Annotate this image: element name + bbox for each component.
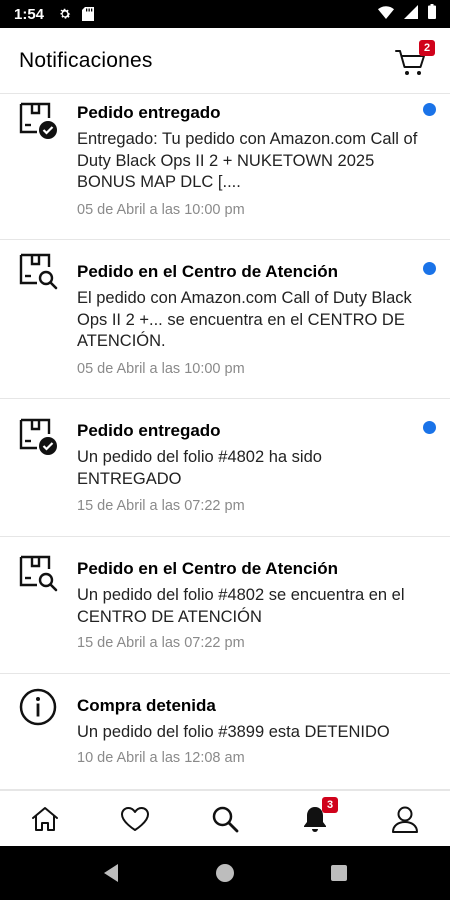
- notification-item[interactable]: Compra detenida Un pedido del folio #389…: [0, 674, 450, 790]
- notification-item[interactable]: Pedido en el Centro de Atención Un pedid…: [0, 537, 450, 674]
- settings-gear-icon: [58, 7, 72, 21]
- notifications-list[interactable]: Pedido entregado Entregado: Tu pedido co…: [0, 94, 450, 790]
- package-search-icon: [19, 253, 58, 290]
- home-icon: [32, 807, 58, 831]
- sd-card-icon: [82, 7, 95, 21]
- app-header: Notificaciones 2: [0, 28, 450, 94]
- wifi-icon: [378, 5, 394, 24]
- recents-icon[interactable]: [330, 864, 348, 882]
- notification-timestamp: 05 de Abril a las 10:00 pm: [77, 202, 245, 218]
- signal-icon: [404, 4, 418, 24]
- cart-count-badge: 2: [419, 39, 435, 56]
- notification-body: Entregado: Tu pedido con Amazon.com Call…: [77, 130, 418, 191]
- package-search-icon: [19, 555, 58, 592]
- status-bar: 1:54: [0, 0, 450, 28]
- notification-timestamp: 10 de Abril a las 12:08 am: [77, 750, 245, 766]
- notification-item[interactable]: Pedido en el Centro de Atención El pedid…: [0, 240, 450, 399]
- cart-button[interactable]: 2: [395, 39, 435, 78]
- notification-timestamp: 15 de Abril a las 07:22 pm: [77, 498, 245, 514]
- system-nav-bar: [0, 846, 450, 900]
- notification-item[interactable]: Pedido entregado Un pedido del folio #48…: [0, 399, 450, 537]
- nav-notifications-button[interactable]: 3: [293, 797, 338, 841]
- page-title: Notificaciones: [19, 48, 153, 72]
- notification-title: Pedido en el Centro de Atención: [77, 262, 339, 281]
- user-icon: [392, 806, 418, 833]
- notification-title: Compra detenida: [77, 696, 216, 715]
- notification-item[interactable]: Pedido entregado Entregado: Tu pedido co…: [0, 94, 450, 240]
- back-icon[interactable]: [102, 863, 120, 883]
- notification-body: El pedido con Amazon.com Call of Duty Bl…: [77, 289, 412, 350]
- info-icon: [19, 688, 57, 726]
- home-circle-icon[interactable]: [215, 863, 235, 883]
- notification-body: Un pedido del folio #4802 se encuentra e…: [77, 586, 405, 626]
- notification-title: Pedido entregado: [77, 103, 221, 122]
- notification-title: Pedido entregado: [77, 421, 221, 440]
- battery-icon: [428, 4, 436, 24]
- search-icon: [212, 806, 239, 833]
- nav-profile-button[interactable]: [383, 797, 427, 841]
- nav-favorites-button[interactable]: [113, 797, 157, 841]
- notification-body: Un pedido del folio #3899 esta DETENIDO: [77, 723, 390, 741]
- package-check-icon: [19, 418, 57, 455]
- unread-dot: [423, 103, 436, 116]
- unread-dot: [423, 262, 436, 275]
- notification-title: Pedido en el Centro de Atención: [77, 559, 339, 578]
- notification-timestamp: 15 de Abril a las 07:22 pm: [77, 635, 245, 651]
- notification-body: Un pedido del folio #4802 ha sido ENTREG…: [77, 448, 322, 488]
- nav-search-button[interactable]: [203, 797, 247, 841]
- notifications-count-badge: 3: [322, 797, 338, 813]
- nav-home-button[interactable]: [23, 797, 67, 841]
- heart-icon: [121, 807, 149, 831]
- unread-dot: [423, 421, 436, 434]
- notification-timestamp: 05 de Abril a las 10:00 pm: [77, 361, 245, 377]
- bottom-nav: 3: [0, 790, 450, 847]
- package-check-icon: [19, 102, 57, 139]
- status-time: 1:54: [14, 5, 45, 23]
